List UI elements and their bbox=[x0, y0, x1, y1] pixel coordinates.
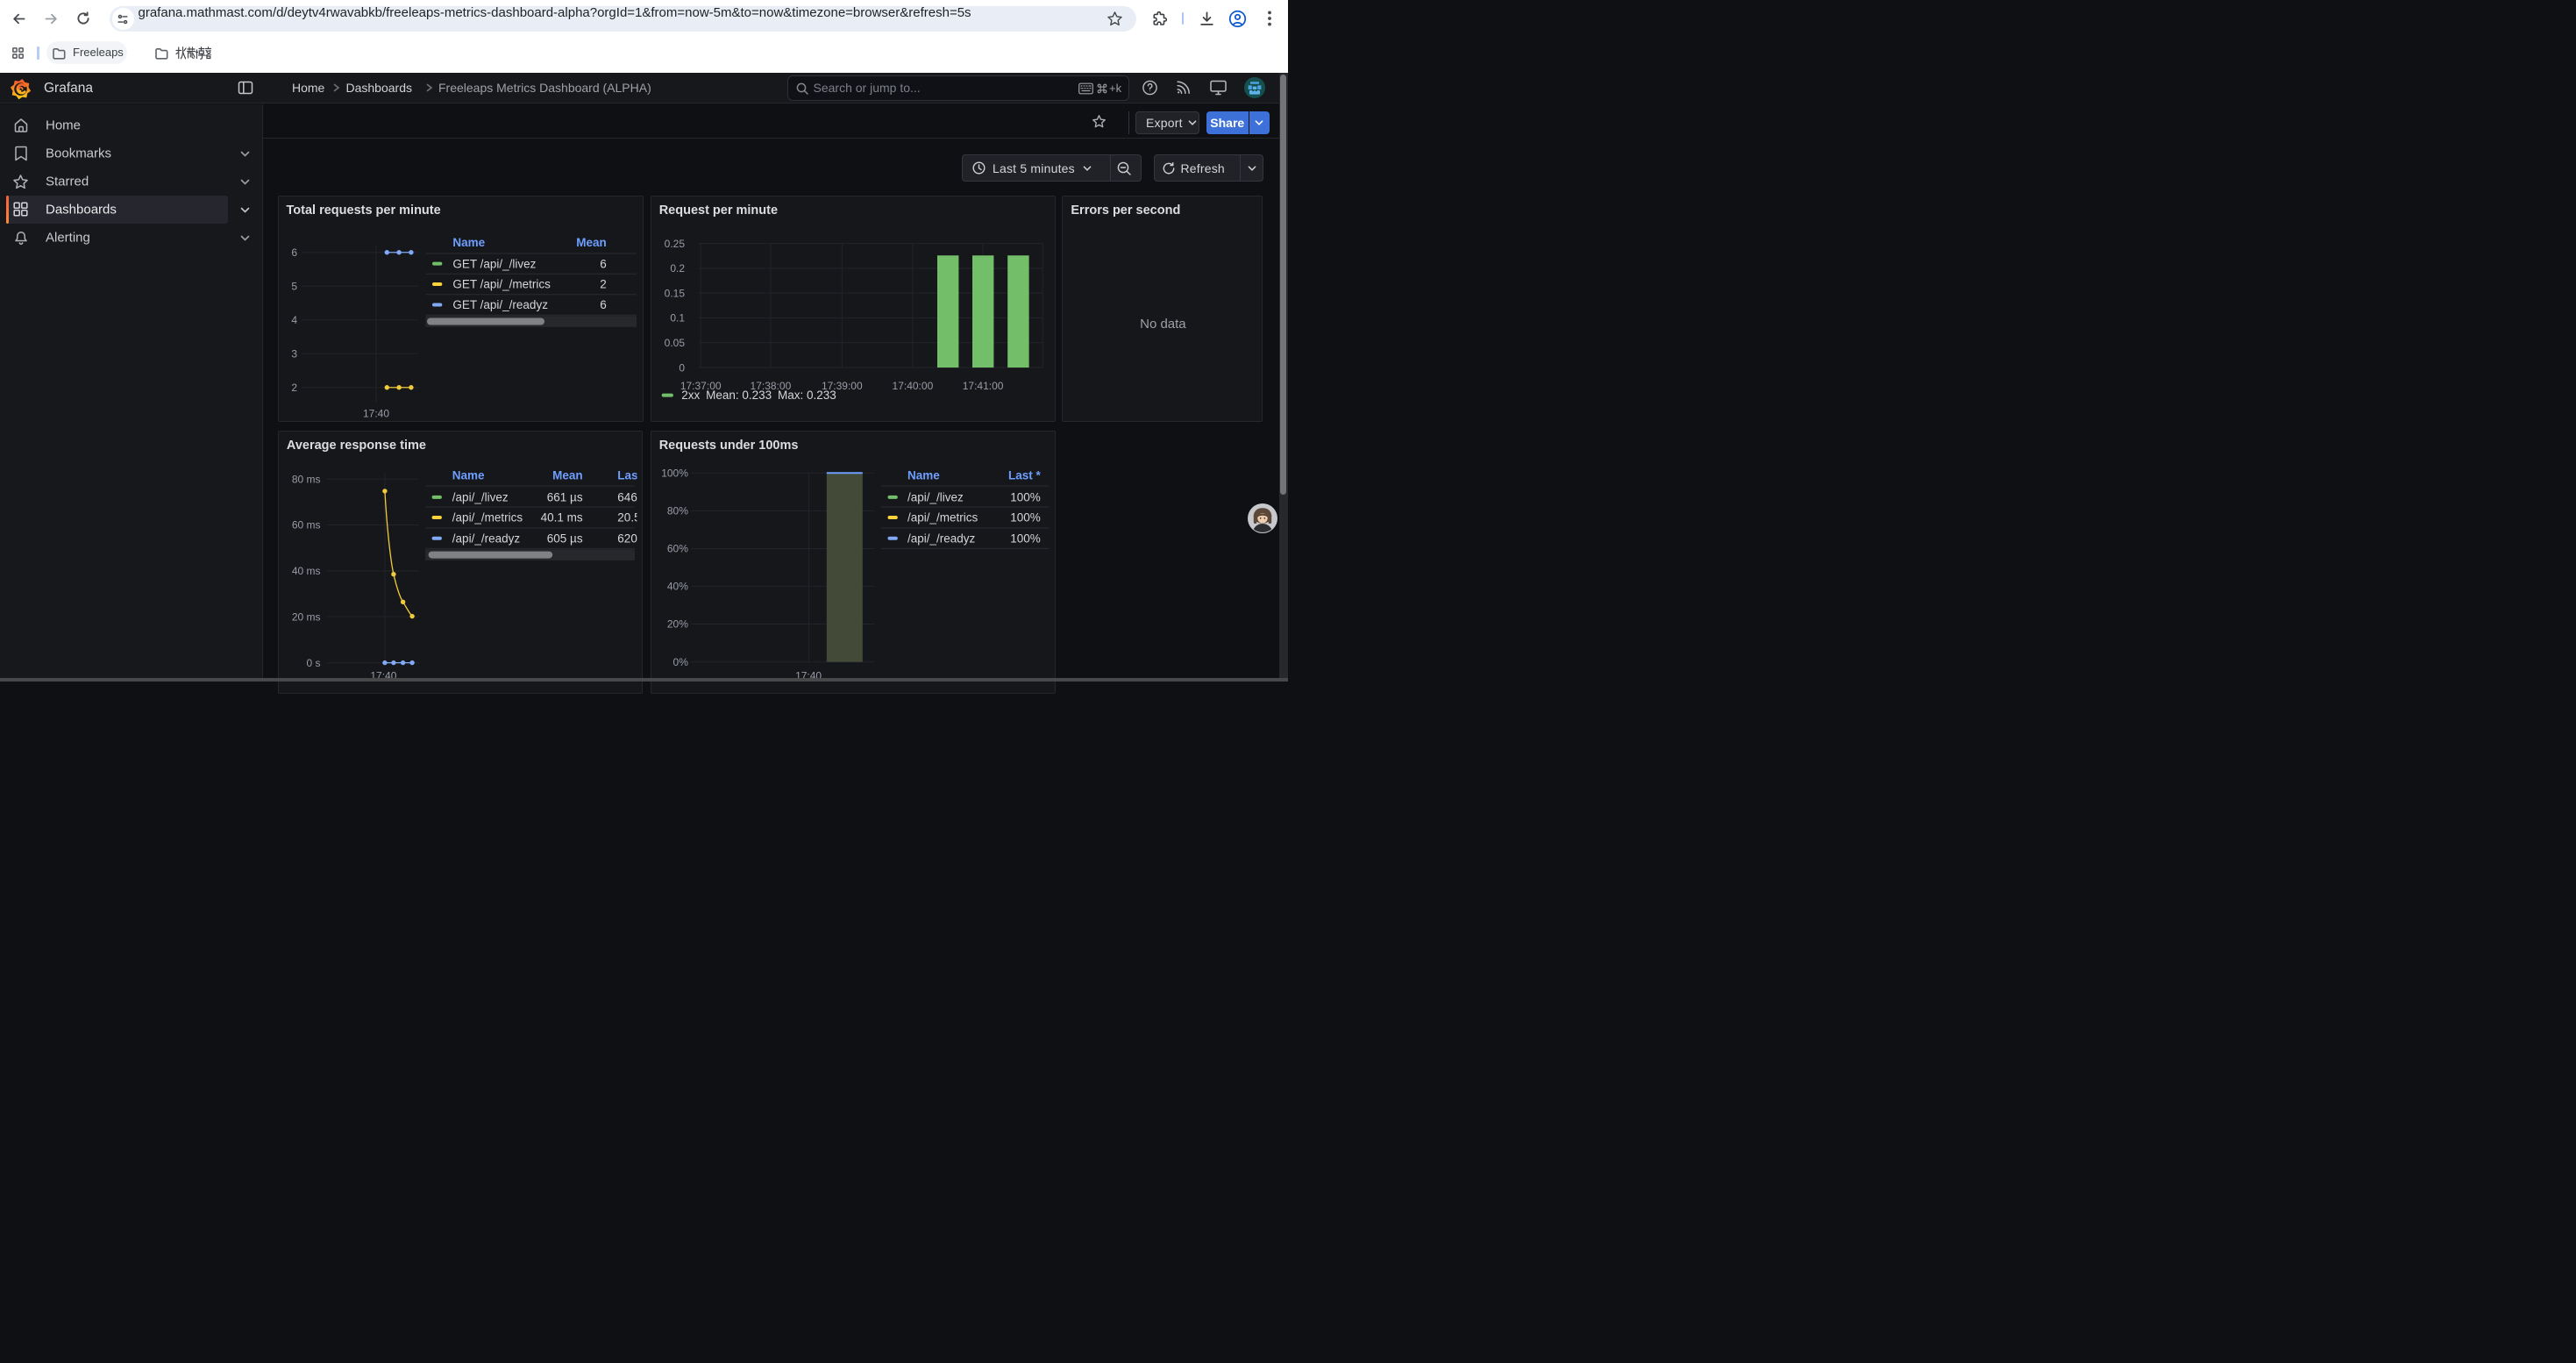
svg-text:0.2: 0.2 bbox=[670, 262, 685, 275]
svg-text:60%: 60% bbox=[667, 542, 688, 554]
svg-text:4: 4 bbox=[291, 314, 297, 326]
svg-text:Name: Name bbox=[907, 468, 940, 482]
svg-text:605 µs: 605 µs bbox=[547, 532, 583, 545]
svg-text:6: 6 bbox=[600, 257, 607, 270]
svg-text:20 ms: 20 ms bbox=[292, 610, 321, 623]
svg-text:17:40:00: 17:40:00 bbox=[892, 380, 933, 392]
svg-text:GET /api/_/livez: GET /api/_/livez bbox=[452, 257, 536, 270]
svg-text:Last *: Last * bbox=[617, 468, 643, 482]
svg-text:80%: 80% bbox=[667, 504, 688, 517]
svg-text:6: 6 bbox=[600, 298, 607, 311]
svg-text:Name: Name bbox=[452, 468, 485, 482]
svg-text:40%: 40% bbox=[667, 580, 688, 592]
svg-text:100%: 100% bbox=[1010, 490, 1041, 503]
svg-text:/api/_/livez: /api/_/livez bbox=[907, 490, 964, 503]
svg-text:0%: 0% bbox=[672, 655, 688, 667]
svg-text:Mean: Mean bbox=[576, 236, 607, 249]
svg-text:GET /api/_/metrics: GET /api/_/metrics bbox=[452, 277, 551, 290]
svg-text:100%: 100% bbox=[661, 467, 688, 479]
svg-text:17:40: 17:40 bbox=[362, 407, 388, 419]
svg-text:/api/_/livez: /api/_/livez bbox=[452, 490, 509, 503]
svg-text:20%: 20% bbox=[667, 617, 688, 630]
svg-text:/api/_/metrics: /api/_/metrics bbox=[907, 510, 978, 524]
svg-text:60 ms: 60 ms bbox=[292, 518, 321, 531]
svg-text:2xx: 2xx bbox=[681, 389, 700, 402]
svg-text:3: 3 bbox=[291, 347, 297, 360]
svg-text:GET /api/_/readyz: GET /api/_/readyz bbox=[452, 298, 548, 311]
svg-text:620: 620 bbox=[617, 532, 637, 545]
svg-text:0 s: 0 s bbox=[306, 656, 320, 668]
svg-text:80 ms: 80 ms bbox=[292, 473, 321, 485]
svg-text:5: 5 bbox=[291, 280, 297, 292]
svg-text:2: 2 bbox=[291, 382, 297, 394]
svg-text:Name: Name bbox=[452, 236, 485, 249]
svg-text:40.1 ms: 40.1 ms bbox=[540, 510, 582, 524]
svg-text:0.1: 0.1 bbox=[670, 311, 685, 324]
svg-text:Mean: 0.233: Mean: 0.233 bbox=[706, 389, 772, 402]
svg-text:646: 646 bbox=[617, 490, 637, 503]
svg-text:661 µs: 661 µs bbox=[547, 490, 583, 503]
svg-text:100%: 100% bbox=[1010, 510, 1041, 524]
svg-text:0.15: 0.15 bbox=[664, 287, 685, 299]
svg-text:2: 2 bbox=[600, 277, 607, 290]
svg-text:6: 6 bbox=[291, 246, 297, 259]
svg-text:/api/_/readyz: /api/_/readyz bbox=[907, 532, 976, 545]
svg-text:/api/_/readyz: /api/_/readyz bbox=[452, 532, 521, 545]
svg-text:0: 0 bbox=[679, 361, 685, 374]
svg-text:0.25: 0.25 bbox=[664, 238, 685, 250]
svg-text:17:41:00: 17:41:00 bbox=[962, 380, 1003, 392]
svg-text:40 ms: 40 ms bbox=[292, 565, 321, 577]
svg-text:Last *: Last * bbox=[1008, 468, 1042, 482]
svg-text:/api/_/metrics: /api/_/metrics bbox=[452, 510, 523, 524]
svg-text:100%: 100% bbox=[1010, 532, 1041, 545]
svg-text:20.5 m: 20.5 m bbox=[617, 510, 643, 524]
svg-text:Max: 0.233: Max: 0.233 bbox=[778, 389, 836, 402]
svg-text:Mean: Mean bbox=[552, 468, 583, 482]
svg-text:0.05: 0.05 bbox=[664, 337, 685, 349]
